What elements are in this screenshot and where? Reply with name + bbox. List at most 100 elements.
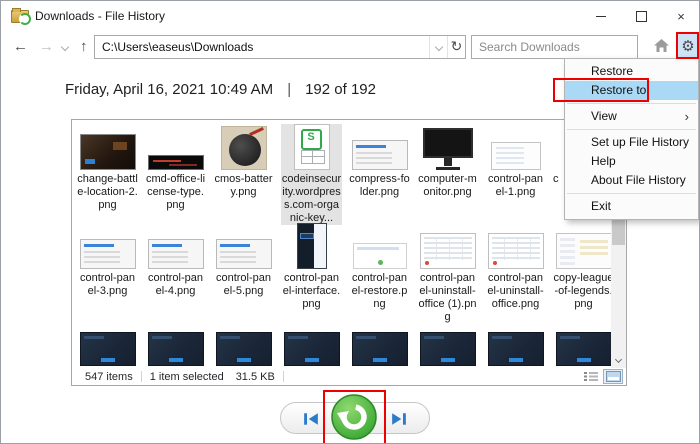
file-name: control-panel-interface.png	[281, 272, 342, 311]
document-icon-icon	[294, 124, 330, 170]
file-item[interactable]: cmos-battery.png	[213, 124, 274, 225]
file-item[interactable]: control-panel-3.png	[77, 235, 138, 324]
dialog-screenshot-icon	[352, 140, 408, 170]
menu-item-help[interactable]: Help	[565, 152, 698, 171]
file-name: computer-monitor.png	[417, 173, 478, 199]
close-button[interactable]: ×	[661, 1, 700, 31]
dialog-screenshot-icon	[80, 239, 136, 269]
file-item[interactable]: control-panel-4.png	[145, 235, 206, 324]
search-box[interactable]	[471, 35, 638, 59]
file-item[interactable]: computer-monitor.png	[417, 124, 478, 225]
file-item[interactable]: control-panel-restore.png	[349, 235, 410, 324]
menu-item-label: Help	[591, 154, 616, 168]
file-name: copy-league-of-legends.png	[553, 272, 611, 311]
file-name: control-panel-1.png	[485, 173, 546, 199]
titlebar: Downloads - File History ×	[1, 1, 699, 31]
home-icon[interactable]	[653, 38, 670, 53]
version-datetime: Friday, April 16, 2021 10:49 AM	[65, 81, 273, 98]
up-icon[interactable]: ↑	[80, 38, 88, 55]
address-bar[interactable]: ↻	[94, 35, 466, 59]
game-screenshot-icon	[80, 134, 136, 170]
document-light-screenshot-icon	[353, 243, 407, 269]
monitor-photo-icon	[423, 128, 473, 170]
file-item[interactable]: change-battle-location-2.png	[77, 124, 138, 225]
recovery-dark-screenshot-icon	[216, 332, 272, 366]
file-thumbnail	[145, 124, 206, 170]
file-item[interactable]: codeinsecurity.wordpress.com-organic-key…	[281, 124, 342, 225]
status-divider	[141, 371, 142, 382]
file-thumbnail	[349, 235, 410, 269]
thumbnail-view-button[interactable]	[603, 369, 623, 384]
version-header: Friday, April 16, 2021 10:49 AM | 192 of…	[65, 81, 376, 98]
file-thumbnail	[485, 332, 546, 366]
file-thumbnail	[417, 332, 478, 366]
maximize-button[interactable]	[621, 1, 661, 31]
file-thumbnail	[213, 332, 274, 366]
restore-button-annotation-box	[323, 390, 386, 444]
table-screenshot-icon	[420, 233, 476, 269]
scroll-down-button[interactable]	[611, 354, 626, 368]
file-grid: change-battle-location-2.pngcmd-office-l…	[72, 120, 611, 385]
next-version-button[interactable]	[391, 412, 407, 426]
file-item[interactable]: compress-folder.png	[349, 124, 410, 225]
selection-count: 1 item selected	[150, 371, 224, 383]
file-thumbnail	[349, 332, 410, 366]
menu-item-set-up-file-history[interactable]: Set up File History	[565, 133, 698, 152]
file-name: cmos-battery.png	[213, 173, 274, 199]
dialog-screenshot-icon	[216, 239, 272, 269]
file-thumbnail	[77, 235, 138, 269]
address-dropdown-button[interactable]	[429, 36, 447, 58]
file-thumbnail	[485, 124, 546, 170]
minimize-button[interactable]	[581, 1, 621, 31]
gear-annotation-box	[676, 32, 699, 59]
details-view-button[interactable]	[581, 369, 601, 384]
window-screenshot-icon	[491, 142, 541, 170]
menu-item-about-file-history[interactable]: About File History	[565, 171, 698, 190]
file-item[interactable]: control-panel-uninstall-office.png	[485, 235, 546, 324]
refresh-button[interactable]: ↻	[447, 36, 465, 58]
previous-version-button[interactable]	[303, 412, 319, 426]
file-row: control-panel-3.png control-panel-4.png co…	[77, 235, 611, 324]
forward-icon[interactable]: →	[39, 38, 54, 55]
file-name: control-panel-3.png	[77, 272, 138, 298]
table-screenshot-icon	[488, 233, 544, 269]
file-name: control-panel-uninstall-office.png	[485, 272, 546, 311]
menu-separator	[567, 129, 696, 130]
file-item[interactable]: control-panel-uninstall-office (1).png	[417, 235, 478, 324]
file-thumbnail	[281, 124, 342, 170]
file-thumbnail	[77, 332, 138, 366]
file-name: cmd-office-license-type.png	[145, 173, 206, 212]
file-item[interactable]: copy-league-of-legends.png	[553, 235, 611, 324]
address-input[interactable]	[95, 40, 429, 54]
search-input[interactable]	[472, 40, 634, 54]
file-thumbnail	[145, 235, 206, 269]
file-history-window: Downloads - File History × ← → ↑ ↻ ⚙ Fri…	[0, 0, 700, 444]
menu-item-label: About File History	[591, 173, 686, 187]
thumbnail-view-icon	[606, 371, 621, 382]
file-thumbnail	[145, 332, 206, 366]
file-thumbnail	[417, 235, 478, 269]
file-item[interactable]: control-panel-interface.png	[281, 235, 342, 324]
recovery-dark-screenshot-icon	[488, 332, 544, 366]
menu-item-exit[interactable]: Exit	[565, 197, 698, 216]
file-name: change-battle-location-2.png	[77, 173, 138, 212]
file-item[interactable]: cmd-office-license-type.png	[145, 124, 206, 225]
view-toggle-group	[581, 369, 623, 384]
refresh-icon: ↻	[451, 39, 463, 55]
menu-item-view[interactable]: View›	[565, 107, 698, 126]
file-name: codeinsecurity.wordpress.com-organic-key…	[281, 173, 342, 225]
menu-separator	[567, 103, 696, 104]
recovery-dark-screenshot-icon	[352, 332, 408, 366]
file-name: control-panel-4.png	[145, 272, 206, 298]
recovery-dark-screenshot-icon	[420, 332, 476, 366]
file-item[interactable]: control-panel-5.png	[213, 235, 274, 324]
terminal-screenshot-icon	[148, 155, 204, 170]
file-name: control-panel-uninstall-office (1).png	[417, 272, 478, 324]
file-thumbnail	[485, 235, 546, 269]
back-icon[interactable]: ←	[13, 38, 28, 55]
status-bar: 547 items 1 item selected 31.5 KB	[72, 368, 626, 385]
file-item[interactable]: control-panel-1.png	[485, 124, 546, 225]
recent-locations-chevron-icon[interactable]	[61, 43, 69, 51]
file-name: compress-folder.png	[349, 173, 410, 199]
close-icon: ×	[677, 9, 685, 24]
